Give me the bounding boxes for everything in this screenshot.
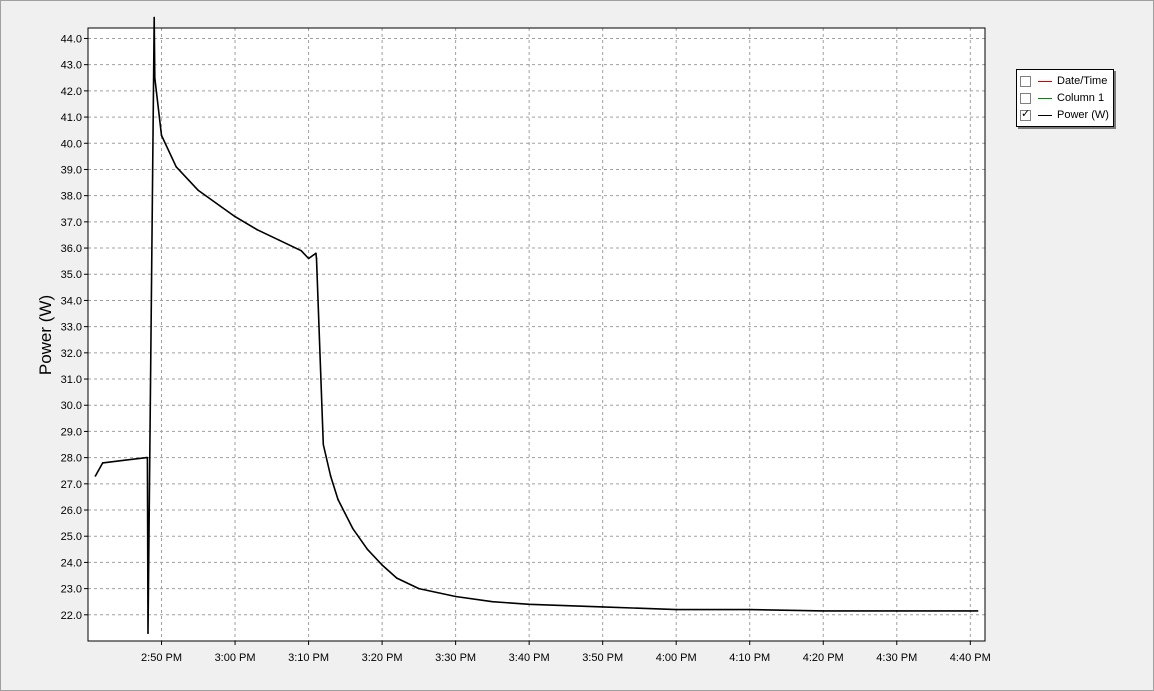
- y-tick-label: 33.0: [61, 322, 82, 334]
- chart: 22.0 23.0 24.0 25.0 26.0 27.0 28.0 29.0 30.0 31.0…: [36, 16, 991, 664]
- data-point: [366, 548, 369, 551]
- y-tick-label: 38.0: [61, 191, 82, 203]
- legend-item-column-1[interactable]: Column 1: [1020, 91, 1112, 105]
- x-tick-label: 4:30 PM: [876, 652, 917, 664]
- data-point: [147, 632, 149, 634]
- y-tick-label: 43.0: [61, 60, 82, 72]
- legend-checkbox-date-time[interactable]: [1020, 76, 1031, 87]
- legend-swatch-column-1: [1038, 98, 1052, 99]
- x-tick-label: 3:00 PM: [215, 652, 256, 664]
- data-point: [322, 443, 325, 446]
- x-tick-label: 4:20 PM: [803, 652, 844, 664]
- y-tick-label: 42.0: [61, 86, 82, 98]
- y-tick-label: 36.0: [61, 243, 82, 255]
- y-tick-label: 22.0: [61, 610, 82, 622]
- data-point: [528, 603, 530, 606]
- data-point: [381, 564, 383, 566]
- data-point: [976, 610, 979, 612]
- data-point: [454, 595, 457, 598]
- data-point: [822, 610, 825, 612]
- data-point: [329, 475, 332, 477]
- data-point: [307, 257, 310, 260]
- x-tick-label: 4:40 PM: [950, 652, 991, 664]
- x-axis-ticks: 2:50 PM 3:00 PM 3:10 PM 3:20 PM 3:30 PM 3:40 …: [141, 641, 991, 664]
- y-tick-label: 37.0: [61, 217, 82, 229]
- checkmark-icon: ✓: [1021, 108, 1031, 120]
- y-axis-ticks: 22.0 23.0 24.0 25.0 26.0 27.0 28.0 29.0 30.0 31.0…: [61, 33, 88, 622]
- data-point: [895, 610, 898, 612]
- y-tick-label: 25.0: [61, 531, 82, 543]
- y-tick-label: 23.0: [61, 584, 82, 596]
- data-point: [197, 189, 200, 192]
- y-tick-label: 44.0: [61, 33, 82, 45]
- data-point: [491, 600, 494, 603]
- legend-checkbox-column-1[interactable]: [1020, 93, 1031, 104]
- x-tick-label: 4:00 PM: [656, 652, 697, 664]
- data-point: [315, 252, 317, 255]
- data-point: [300, 249, 303, 252]
- legend: Date/Time Column 1 ✓ Power (W): [1016, 69, 1114, 127]
- y-tick-label: 24.0: [61, 557, 82, 569]
- legend-label-column-1: Column 1: [1057, 92, 1105, 104]
- data-point: [160, 134, 163, 137]
- y-tick-label: 27.0: [61, 479, 82, 491]
- y-tick-label: 31.0: [61, 374, 82, 386]
- y-tick-label: 32.0: [61, 348, 82, 360]
- data-point: [675, 608, 677, 611]
- x-tick-label: 3:40 PM: [509, 652, 550, 664]
- legend-swatch-date-time: [1038, 81, 1052, 82]
- data-point: [256, 228, 258, 231]
- data-point: [748, 608, 751, 611]
- y-tick-label: 30.0: [61, 400, 82, 412]
- legend-checkbox-power[interactable]: ✓: [1020, 108, 1031, 121]
- data-point: [234, 215, 236, 218]
- x-tick-label: 2:50 PM: [141, 652, 182, 664]
- y-tick-label: 28.0: [61, 453, 82, 465]
- plot-area: [88, 28, 985, 641]
- data-point: [153, 76, 156, 79]
- data-point: [146, 456, 149, 459]
- data-point: [153, 16, 155, 19]
- y-tick-label: 40.0: [61, 138, 82, 150]
- data-point: [418, 587, 420, 590]
- data-point: [396, 577, 398, 579]
- data-point: [175, 166, 178, 168]
- x-tick-label: 3:30 PM: [435, 652, 476, 664]
- data-point: [123, 459, 126, 462]
- data-point: [94, 475, 97, 477]
- x-tick-label: 3:20 PM: [362, 652, 403, 664]
- legend-swatch-power: [1038, 115, 1052, 116]
- data-point: [278, 239, 280, 241]
- legend-item-date-time[interactable]: Date/Time: [1020, 74, 1112, 88]
- legend-label-power: Power (W): [1057, 109, 1109, 121]
- data-point: [337, 498, 339, 501]
- legend-label-date-time: Date/Time: [1057, 75, 1108, 87]
- x-tick-label: 3:10 PM: [288, 652, 329, 664]
- y-tick-label: 29.0: [61, 426, 82, 438]
- y-tick-label: 34.0: [61, 295, 82, 307]
- y-tick-label: 39.0: [61, 164, 82, 176]
- data-point: [601, 606, 604, 608]
- x-tick-label: 4:10 PM: [729, 652, 770, 664]
- y-tick-label: 26.0: [61, 505, 82, 517]
- x-tick-label: 3:50 PM: [582, 652, 623, 664]
- y-tick-label: 35.0: [61, 269, 82, 281]
- data-point: [101, 462, 104, 464]
- data-point: [315, 257, 318, 260]
- legend-item-power[interactable]: ✓ Power (W): [1020, 108, 1112, 122]
- plot-background: [88, 28, 985, 641]
- y-tick-label: 41.0: [61, 112, 82, 124]
- data-point: [351, 527, 354, 530]
- y-axis-title: Power (W): [36, 295, 55, 375]
- data-point: [219, 205, 222, 207]
